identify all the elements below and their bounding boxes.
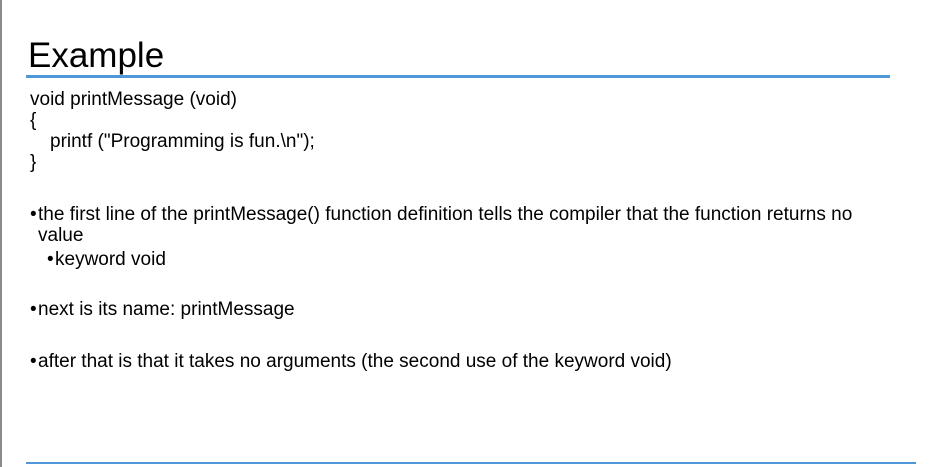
sub-bullet-item: keyword void xyxy=(47,249,890,270)
footer-divider xyxy=(26,462,916,464)
title-divider xyxy=(26,75,890,78)
bullet-list: the first line of the printMessage() fun… xyxy=(30,204,890,372)
bullet-item: after that is that it takes no arguments… xyxy=(30,351,890,372)
slide-left-border xyxy=(0,0,2,467)
slide-title: Example xyxy=(28,36,165,75)
code-block: void printMessage (void) { printf ("Prog… xyxy=(30,89,315,173)
bullet-item: the first line of the printMessage() fun… xyxy=(30,204,890,246)
code-line: printf ("Programming is fun.\n"); xyxy=(50,131,315,152)
slide: Example void printMessage (void) { print… xyxy=(0,0,931,467)
code-line: } xyxy=(30,152,37,173)
code-line: void printMessage (void) xyxy=(30,89,237,110)
bullet-item: next is its name: printMessage xyxy=(30,299,890,320)
code-line: { xyxy=(30,110,37,131)
